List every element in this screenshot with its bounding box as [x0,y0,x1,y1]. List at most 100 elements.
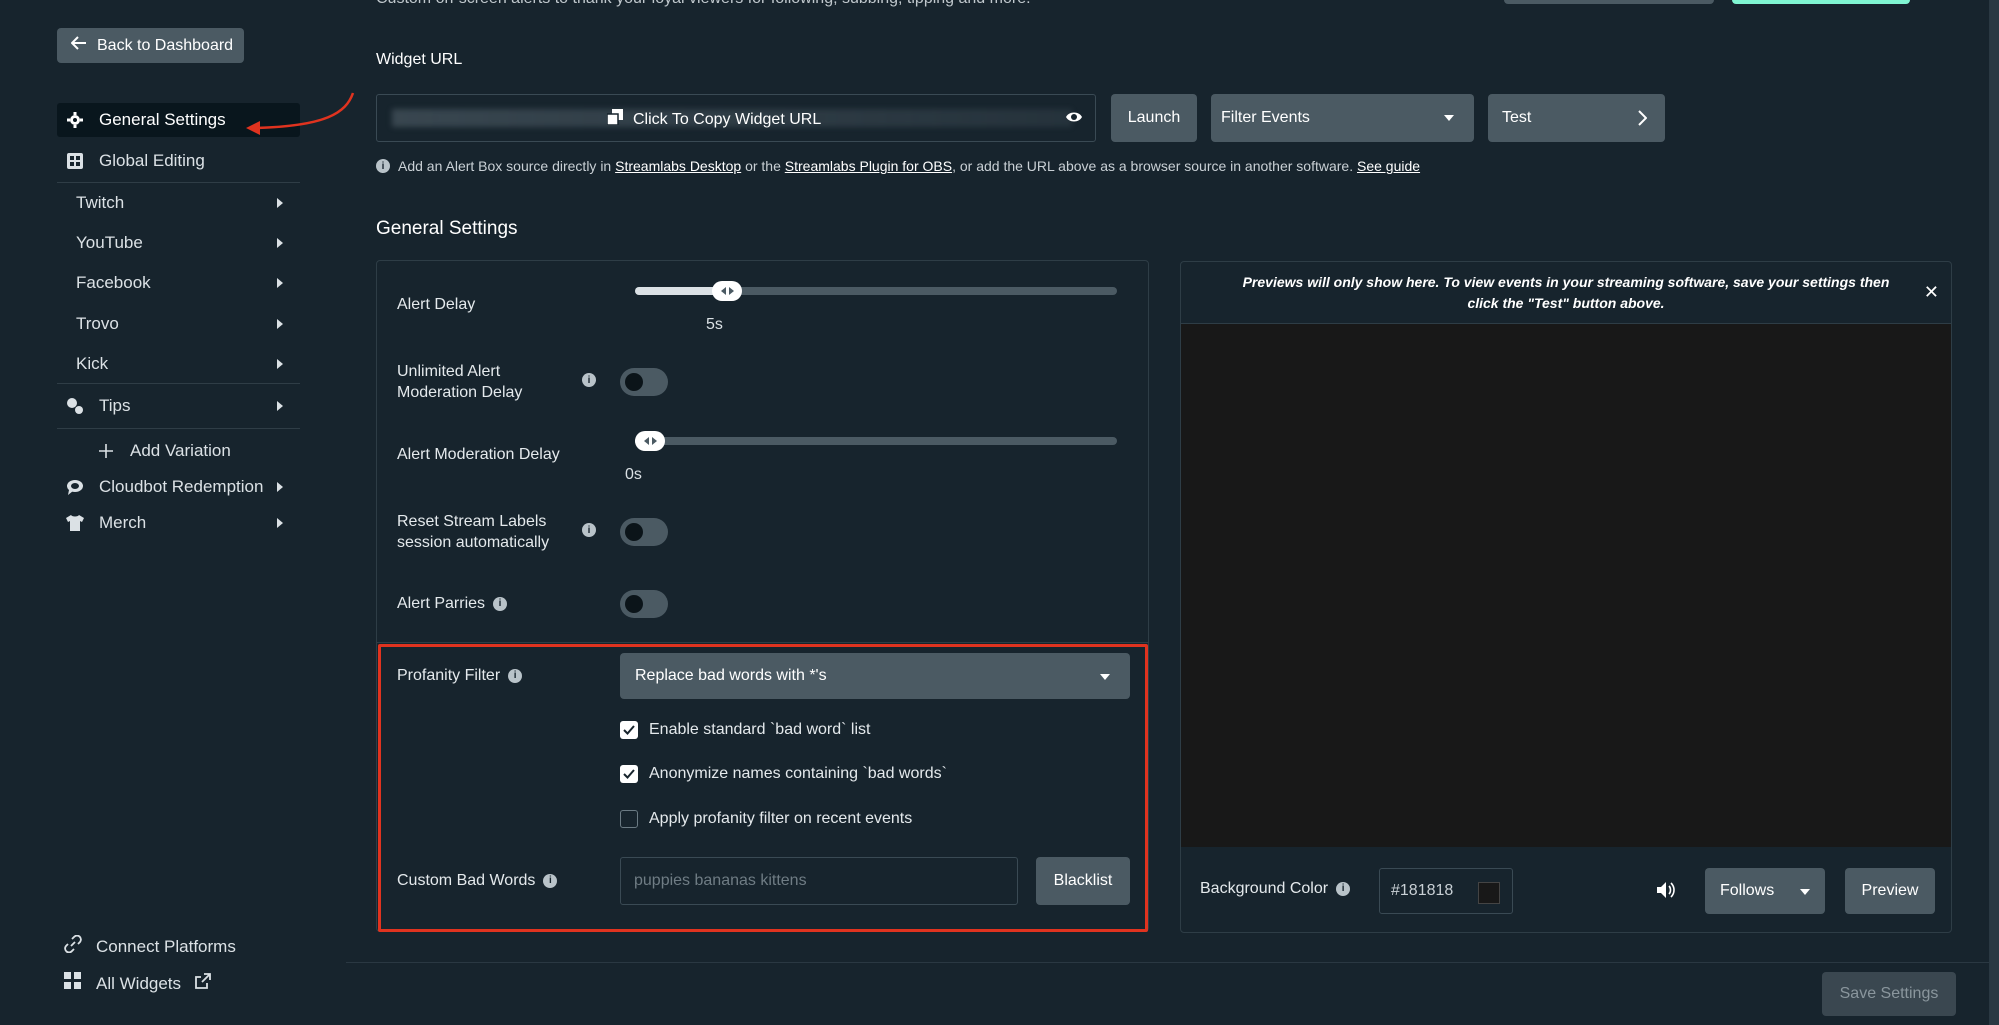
preview-panel: Previews will only show here. To view ev… [1180,261,1952,933]
caret-right-icon [277,401,283,411]
add-variation-button[interactable]: Add Variation [88,434,298,468]
external-link-icon [195,973,211,994]
help-text: i Add an Alert Box source directly in St… [376,158,1420,174]
color-swatch[interactable] [1478,882,1500,904]
arrow-left-icon [70,36,87,55]
custom-bad-words-label: Custom Bad Words i [397,870,558,891]
copy-url-label: Click To Copy Widget URL [633,110,822,128]
top-primary-button[interactable] [1732,0,1910,4]
profanity-filter-select[interactable]: Replace bad words with *'s [620,653,1130,699]
caret-right-icon [277,518,283,528]
launch-button[interactable]: Launch [1111,94,1197,142]
sidebar-item-twitch[interactable]: Twitch [57,186,300,220]
sidebar-item-label: Trovo [76,314,119,333]
close-icon[interactable]: ✕ [1924,282,1939,303]
chevron-down-icon [1444,115,1454,121]
custom-bad-words-text: Custom Bad Words [397,872,536,889]
divider [57,383,300,384]
info-icon[interactable]: i [493,596,508,611]
sidebar-item-youtube[interactable]: YouTube [57,226,300,260]
streamlabs-desktop-link[interactable]: Streamlabs Desktop [615,158,741,174]
alert-delay-slider[interactable] [635,281,1117,301]
background-color-text: Background Color [1200,880,1329,897]
event-type-select[interactable]: Follows [1705,868,1825,914]
sidebar-item-cloudbot-redemption[interactable]: Cloudbot Redemption [57,470,300,504]
sidebar-item-merch[interactable]: Merch [57,506,300,540]
checkbox-label: Anonymize names containing `bad words` [649,765,947,782]
checkbox-checked-icon [620,765,638,783]
chevron-down-icon [1800,889,1810,895]
launch-label: Launch [1127,109,1181,126]
widgets-icon [64,972,82,995]
label-line-2: session automatically [397,534,550,551]
info-icon[interactable]: i [508,668,523,683]
anonymize-names-checkbox[interactable]: Anonymize names containing `bad words` [620,765,947,783]
help-prefix: Add an Alert Box source directly in [398,158,612,174]
enable-bad-word-list-checkbox[interactable]: Enable standard `bad word` list [620,721,870,739]
all-widgets-label: All Widgets [96,973,182,993]
info-icon[interactable]: i [543,873,558,888]
info-icon[interactable]: i [582,373,596,387]
info-icon[interactable]: i [582,523,596,537]
scrollbar[interactable] [1989,0,1999,1025]
widget-url-field[interactable]: Click To Copy Widget URL [376,94,1096,142]
preview-label: Preview [1861,882,1919,899]
caret-right-icon [277,238,283,248]
chevron-down-icon [1100,674,1110,680]
annotation-arrow [246,92,355,135]
moderation-delay-value: 0s [625,466,642,483]
info-icon[interactable]: i [1336,881,1351,896]
divider [57,428,300,429]
filter-events-select[interactable]: Filter Events [1211,94,1474,142]
slider-handle[interactable] [712,281,742,301]
apply-recent-events-checkbox[interactable]: Apply profanity filter on recent events [620,810,912,828]
reset-labels-toggle[interactable] [620,518,668,546]
filter-events-label: Filter Events [1221,109,1310,126]
custom-bad-words-input[interactable]: puppies bananas kittens [620,857,1018,905]
back-to-dashboard-button[interactable]: Back to Dashboard [57,28,244,63]
volume-icon[interactable] [1656,881,1676,904]
alert-delay-value: 5s [706,316,723,333]
caret-right-icon [277,278,283,288]
alert-parries-toggle[interactable] [620,590,668,618]
chevron-right-icon [1638,110,1648,131]
all-widgets-link[interactable]: All Widgets [64,972,211,995]
event-type-value: Follows [1720,882,1775,899]
background-color-input[interactable]: #181818 [1379,868,1513,914]
unlimited-moderation-toggle[interactable] [620,368,668,396]
sidebar-item-label: Twitch [76,193,125,212]
grid-icon [65,151,85,171]
alert-delay-label: Alert Delay [397,296,476,313]
copy-widget-url-button[interactable]: Click To Copy Widget URL [606,109,822,130]
sidebar-item-trovo[interactable]: Trovo [57,307,300,341]
sidebar-item-label: YouTube [76,233,143,252]
sidebar-item-facebook[interactable]: Facebook [57,266,300,300]
obs-plugin-link[interactable]: Streamlabs Plugin for OBS [785,158,952,174]
general-settings-panel: Alert Delay 5s Unlimited Alert i Moderati… [376,260,1149,932]
sidebar-item-tips[interactable]: Tips [57,389,300,423]
sidebar-item-label: Facebook [76,273,151,292]
preview-button[interactable]: Preview [1845,868,1935,914]
moderation-delay-slider[interactable] [635,431,1117,451]
profanity-filter-value: Replace bad words with *'s [635,667,827,684]
copy-icon [606,109,623,130]
slider-handle[interactable] [635,431,665,451]
checkbox-label: Apply profanity filter on recent events [649,810,913,827]
caret-right-icon [277,359,283,369]
tips-icon [65,396,85,416]
connect-platforms-link[interactable]: Connect Platforms [64,934,236,958]
test-button[interactable]: Test [1488,94,1665,142]
see-guide-link[interactable]: See guide [1357,158,1420,174]
sidebar-item-global-editing[interactable]: Global Editing [57,144,300,178]
caret-right-icon [277,319,283,329]
sidebar-item-kick[interactable]: Kick [57,347,300,381]
top-secondary-button[interactable] [1504,0,1714,4]
checkbox-label: Enable standard `bad word` list [649,721,871,738]
eye-icon[interactable] [1065,110,1083,129]
blacklist-button[interactable]: Blacklist [1036,857,1130,905]
sidebar-item-label: Merch [99,513,147,532]
reset-labels-label: Reset Stream Labels i session automatical… [397,511,596,553]
save-settings-button[interactable]: Save Settings [1822,972,1956,1016]
moderation-delay-label: Alert Moderation Delay [397,446,560,463]
checkbox-unchecked-icon [620,810,638,828]
